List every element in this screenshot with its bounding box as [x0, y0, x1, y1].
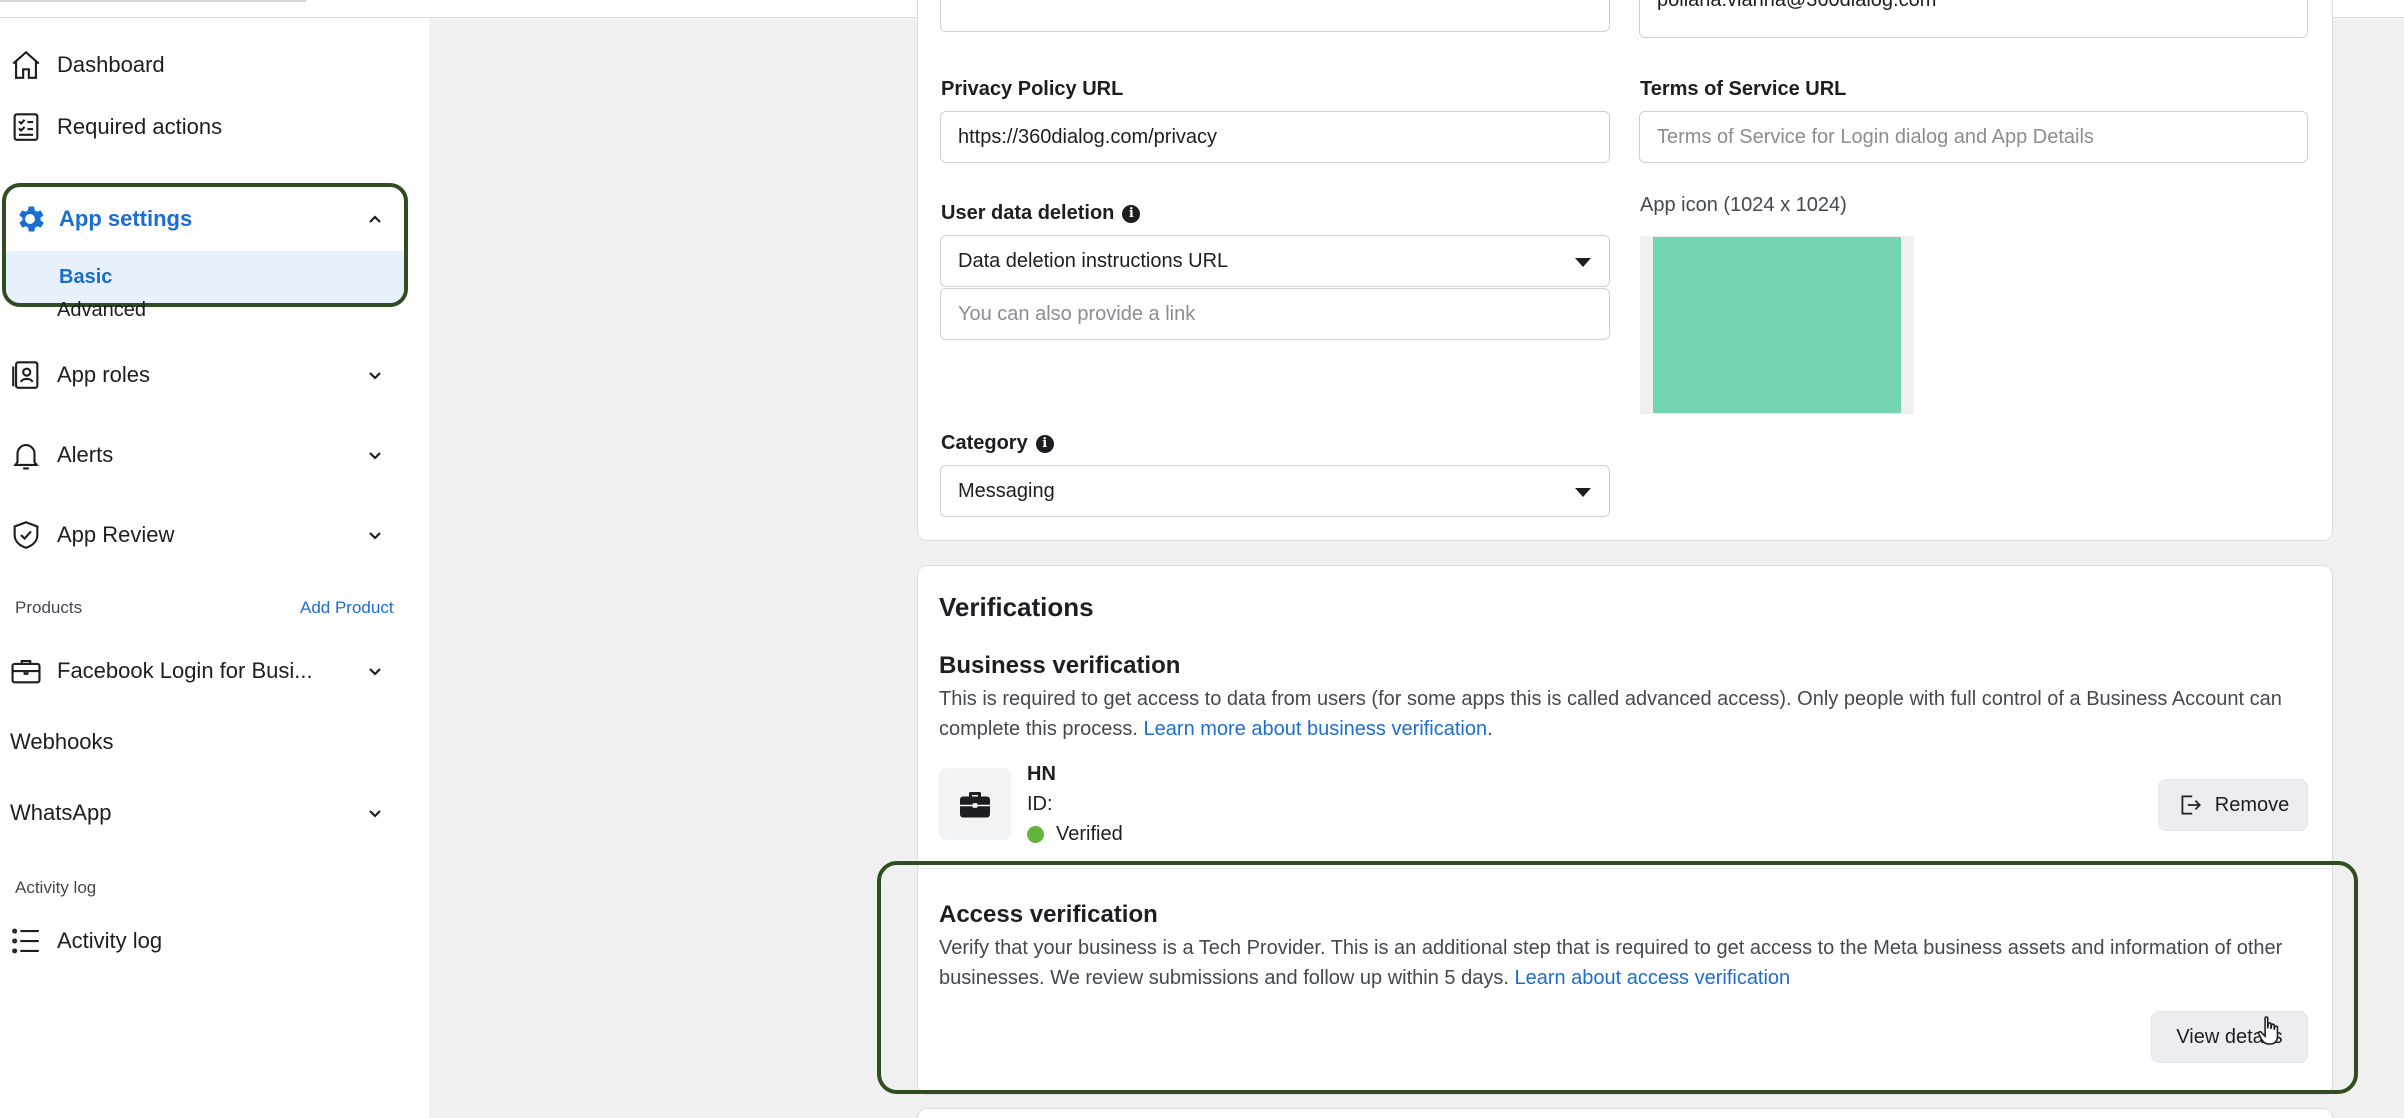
business-verification-description: This is required to get access to data f… — [939, 684, 2314, 744]
sidebar: Dashboard Required actions App settings … — [0, 18, 429, 1118]
privacy-policy-label: Privacy Policy URL — [941, 78, 1124, 100]
user-data-deletion-link-placeholder: You can also provide a link — [958, 302, 1196, 325]
sidebar-item-app-review[interactable]: App Review — [0, 505, 429, 565]
caret-down-icon — [1575, 258, 1591, 267]
checklist-icon — [8, 109, 44, 145]
app-settings-highlight: App settings Basic — [2, 183, 408, 307]
verifications-title: Verifications — [939, 592, 1094, 622]
sidebar-item-app-roles[interactable]: App roles — [0, 345, 429, 405]
app-icon-image[interactable] — [1653, 237, 1901, 413]
status-badge-label: Verified — [1056, 823, 1123, 845]
access-verification-description: Verify that your business is a Tech Prov… — [939, 933, 2314, 993]
sidebar-subitem-label: Basic — [59, 265, 113, 288]
chevron-down-icon[interactable] — [364, 444, 386, 466]
view-details-button[interactable]: View details — [2151, 1011, 2308, 1063]
access-verification-title: Access verification — [939, 901, 1158, 928]
business-name: HN — [1027, 763, 1056, 785]
terms-of-service-input[interactable]: Terms of Service for Login dialog and Ap… — [1639, 111, 2308, 163]
sidebar-item-label: Webhooks — [10, 729, 114, 754]
user-data-deletion-select[interactable]: Data deletion instructions URL — [940, 235, 1610, 287]
terms-of-service-label: Terms of Service URL — [1640, 78, 1847, 100]
sidebar-item-label: App settings — [59, 206, 193, 231]
sidebar-item-app-settings[interactable]: App settings — [6, 187, 404, 251]
category-label: Category i — [941, 432, 1054, 455]
logout-icon — [2181, 795, 2201, 815]
business-verification-learn-more-link[interactable]: Learn more about business verification — [1144, 718, 1488, 740]
sidebar-subitem-basic[interactable]: Basic — [6, 251, 404, 303]
home-icon — [8, 47, 44, 83]
list-icon — [8, 923, 44, 959]
next-card — [917, 1108, 2333, 1118]
sidebar-item-label: Facebook Login for Busi... — [57, 658, 313, 683]
sidebar-subitem-advanced[interactable]: Advanced — [57, 299, 146, 322]
user-data-deletion-label: User data deletion i — [941, 202, 1141, 225]
caret-down-icon — [1575, 488, 1591, 497]
sidebar-item-label: App Review — [57, 522, 175, 547]
sidebar-item-label: Dashboard — [57, 52, 165, 77]
sidebar-item-whatsapp[interactable]: WhatsApp — [0, 783, 429, 843]
category-select[interactable]: Messaging — [940, 465, 1610, 517]
remove-button-label: Remove — [2214, 793, 2290, 816]
app-dashboard-page: Dashboard Required actions App settings … — [0, 0, 2404, 1118]
chevron-down-icon[interactable] — [364, 364, 386, 386]
status-dot-icon — [1027, 826, 1044, 843]
products-section-label: Products — [15, 598, 83, 617]
user-data-deletion-link-input[interactable]: You can also provide a link — [940, 288, 1610, 340]
add-product-link[interactable]: Add Product — [300, 598, 394, 618]
briefcase-icon — [8, 653, 44, 689]
verifications-card — [917, 565, 2333, 1095]
contact-email-prev-field[interactable] — [940, 0, 1610, 32]
hand-cursor-icon — [2257, 1016, 2279, 1045]
chevron-down-icon[interactable] — [364, 660, 386, 682]
access-verification-learn-more-link[interactable]: Learn about access verification — [1514, 967, 1790, 989]
sidebar-item-facebook-login[interactable]: Facebook Login for Busi... — [0, 641, 429, 701]
sidebar-item-label: WhatsApp — [10, 800, 112, 825]
app-icon-label: App icon (1024 x 1024) — [1640, 194, 1847, 216]
sidebar-item-required-actions[interactable]: Required actions — [0, 97, 429, 157]
sidebar-item-webhooks[interactable]: Webhooks — [0, 712, 429, 772]
id-badge-icon — [8, 357, 44, 393]
activity-section-label: Activity log — [15, 878, 97, 897]
business-verification-title: Business verification — [939, 652, 1181, 679]
sidebar-item-label: Required actions — [57, 114, 223, 139]
shield-check-icon — [8, 517, 44, 553]
info-icon[interactable]: i — [1035, 434, 1054, 453]
sidebar-item-label: App roles — [57, 362, 150, 387]
sidebar-item-dashboard[interactable]: Dashboard — [0, 35, 429, 95]
info-icon[interactable]: i — [1122, 204, 1141, 223]
chevron-up-icon[interactable] — [364, 208, 386, 230]
contact-email-value: pollana.vianna@360dialog.com — [1657, 0, 1936, 12]
bell-icon — [8, 437, 44, 473]
user-data-deletion-label-text: User data deletion — [941, 202, 1115, 224]
sidebar-item-label: Activity log — [57, 928, 163, 953]
remove-button[interactable]: Remove — [2158, 779, 2308, 831]
contact-email-field[interactable]: pollana.vianna@360dialog.com — [1639, 0, 2308, 38]
privacy-policy-value: https://360dialog.com/privacy — [958, 125, 1218, 148]
business-avatar — [939, 768, 1011, 840]
chevron-down-icon[interactable] — [364, 802, 386, 824]
category-select-value: Messaging — [958, 479, 1055, 502]
sidebar-item-alerts[interactable]: Alerts — [0, 425, 429, 485]
top-bar-divider — [0, 0, 306, 2]
terms-of-service-placeholder: Terms of Service for Login dialog and Ap… — [1657, 125, 2094, 148]
sidebar-item-label: Alerts — [57, 442, 114, 467]
sidebar-item-activity-log[interactable]: Activity log — [0, 911, 429, 971]
gear-icon — [12, 201, 48, 237]
status-badge: Verified — [1027, 823, 1123, 846]
category-label-text: Category — [941, 432, 1028, 454]
business-verification-link-suffix: . — [1487, 718, 1493, 740]
business-id: ID: — [1027, 793, 1053, 815]
privacy-policy-input[interactable]: https://360dialog.com/privacy — [940, 111, 1610, 163]
user-data-deletion-select-value: Data deletion instructions URL — [958, 249, 1229, 272]
chevron-down-icon[interactable] — [364, 524, 386, 546]
business-verification-description-text: This is required to get access to data f… — [939, 688, 2282, 740]
divider — [917, 868, 2333, 869]
briefcase-icon — [960, 792, 990, 818]
